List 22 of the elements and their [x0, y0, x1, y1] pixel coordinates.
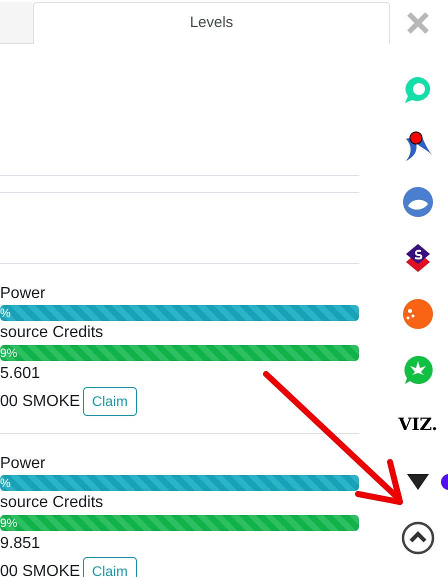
- stacked-cards-icon: [404, 242, 432, 274]
- sidebar-item[interactable]: [401, 521, 435, 555]
- sidebar-label[interactable]: VIZ.: [398, 413, 438, 439]
- scroll-up-icon: [401, 521, 435, 555]
- progress-fill: %: [0, 475, 359, 491]
- dotted-circle-icon: [402, 298, 434, 330]
- progress-fill: 9%: [0, 515, 359, 531]
- credits-label: source Credits: [0, 323, 104, 343]
- tab[interactable]: Levels: [33, 2, 390, 44]
- reward-amount: 00 SMOKE: [0, 392, 80, 412]
- power-label: Power: [0, 284, 46, 304]
- down-triangle-icon: [406, 473, 430, 491]
- progress-fill: 9%: [0, 345, 359, 361]
- power-label: Power: [0, 454, 46, 474]
- credits-label: source Credits: [0, 493, 104, 513]
- balance-value: 9.851: [0, 534, 42, 554]
- sidebar-item[interactable]: [406, 473, 430, 491]
- close-icon: [406, 11, 430, 35]
- reward-amount: 00 SMOKE: [0, 562, 80, 577]
- balance-value: 5.601: [0, 364, 42, 384]
- progress-fill: %: [0, 305, 359, 321]
- sidebar-item[interactable]: [404, 242, 432, 274]
